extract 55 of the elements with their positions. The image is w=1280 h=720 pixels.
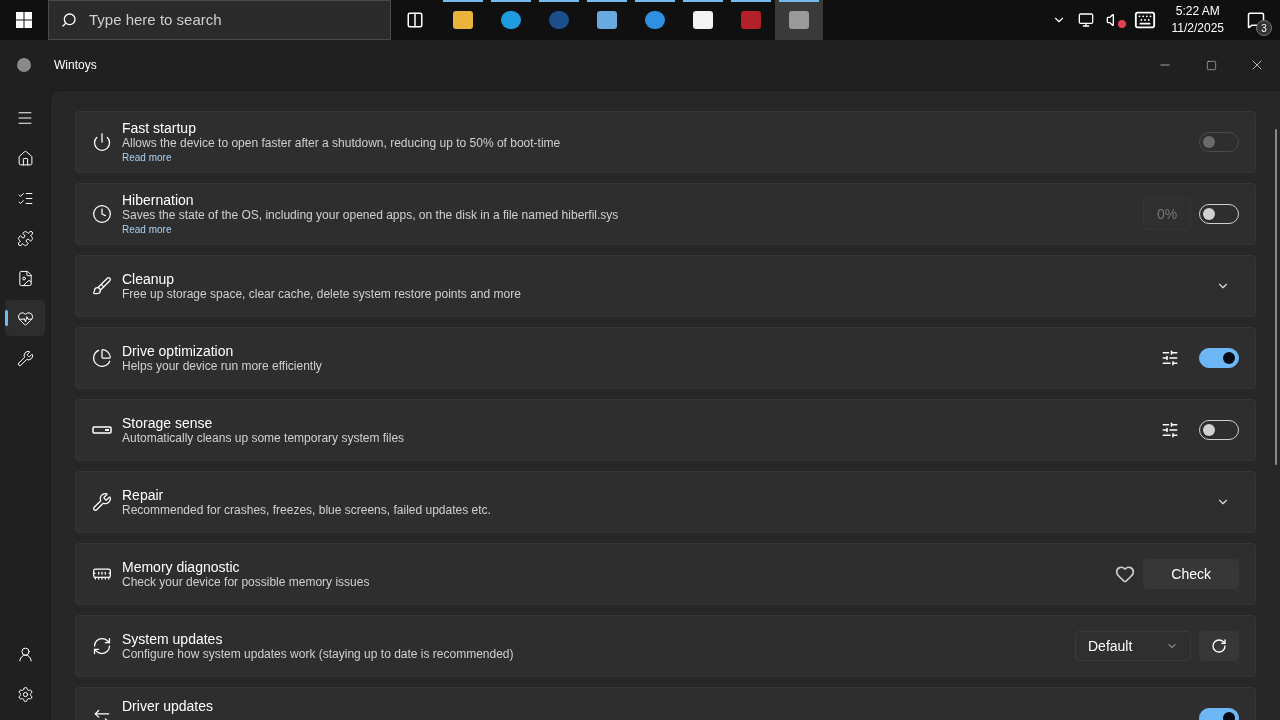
setting-description: Free up storage space, clear cache, delete system restore points and more — [122, 286, 522, 302]
reset-button[interactable] — [1199, 631, 1239, 661]
setting-description: Automatically cleans up some temporary system files — [122, 430, 406, 446]
setting-title: Storage sense — [122, 414, 214, 431]
setting-title: Cleanup — [122, 270, 176, 287]
setting-description: Allows the device to open faster after a shutdown, reducing up to 50% of boot-time — [122, 136, 562, 151]
heart-icon[interactable] — [1115, 564, 1136, 584]
network-icon[interactable] — [1077, 12, 1094, 28]
setting-description: Saves the state of the OS, including your opened apps, on the disk in a file named hiberfil.sys — [122, 208, 620, 223]
home-icon — [16, 149, 34, 167]
keyboard-icon[interactable] — [1133, 9, 1156, 31]
window-title: Wintoys — [54, 57, 97, 74]
menu-icon — [16, 109, 34, 127]
task-view-icon — [406, 11, 424, 29]
user-feedback-icon — [16, 645, 34, 663]
maximize-icon — [1205, 59, 1217, 71]
setting-title: System updates — [122, 630, 224, 647]
windows-logo-icon — [16, 12, 32, 28]
read-more-link[interactable]: Read more — [122, 223, 172, 236]
wrench-icon — [92, 492, 112, 512]
update-mode-dropdown[interactable]: Default — [1075, 631, 1191, 661]
power-icon — [92, 132, 112, 152]
wrench-icon — [16, 349, 34, 367]
setting-description: Recommended for crashes, freezes, blue screens, failed updates etc. — [122, 502, 492, 518]
search-input[interactable]: Type here to search — [89, 8, 378, 32]
setting-description: Check your device for possible memory issues — [122, 574, 371, 590]
setting-description: Helps your device run more efficiently — [122, 358, 323, 374]
search-field[interactable]: Type here to search — [48, 0, 391, 40]
clock[interactable]: 5:22 AM 11/2/2025 — [1167, 3, 1228, 37]
toggle-switch[interactable] — [1199, 348, 1239, 368]
setting-title: Driver updates — [122, 698, 215, 714]
clock-icon — [92, 204, 112, 224]
setting-title: Hibernation — [122, 192, 195, 208]
notification-button[interactable]: 3 — [1240, 0, 1272, 40]
setting-title: Memory diagnostic — [122, 558, 241, 575]
brush-icon — [92, 276, 112, 296]
drive-icon — [92, 426, 112, 434]
heart-pulse-icon — [16, 309, 34, 327]
setting-title: Repair — [122, 486, 165, 503]
refresh-icon — [92, 636, 112, 656]
puzzle-icon — [16, 229, 34, 247]
check-button[interactable]: Check — [1143, 559, 1239, 589]
reset-icon — [1211, 638, 1227, 654]
image-icon — [16, 269, 34, 287]
setting-title: Drive optimization — [122, 342, 235, 359]
sliders-icon[interactable] — [1161, 349, 1179, 367]
settings-icon — [16, 685, 34, 703]
scrollbar[interactable] — [1275, 129, 1277, 465]
setting-description: Configure how system updates work (staying up to date is recommended) — [122, 646, 515, 662]
app-logo-icon — [16, 57, 32, 73]
search-icon — [61, 12, 77, 28]
pie-chart-icon — [92, 348, 112, 368]
setting-title: Fast startup — [122, 120, 197, 136]
sliders-icon[interactable] — [1161, 421, 1179, 439]
nav-item[interactable] — [5, 300, 45, 336]
